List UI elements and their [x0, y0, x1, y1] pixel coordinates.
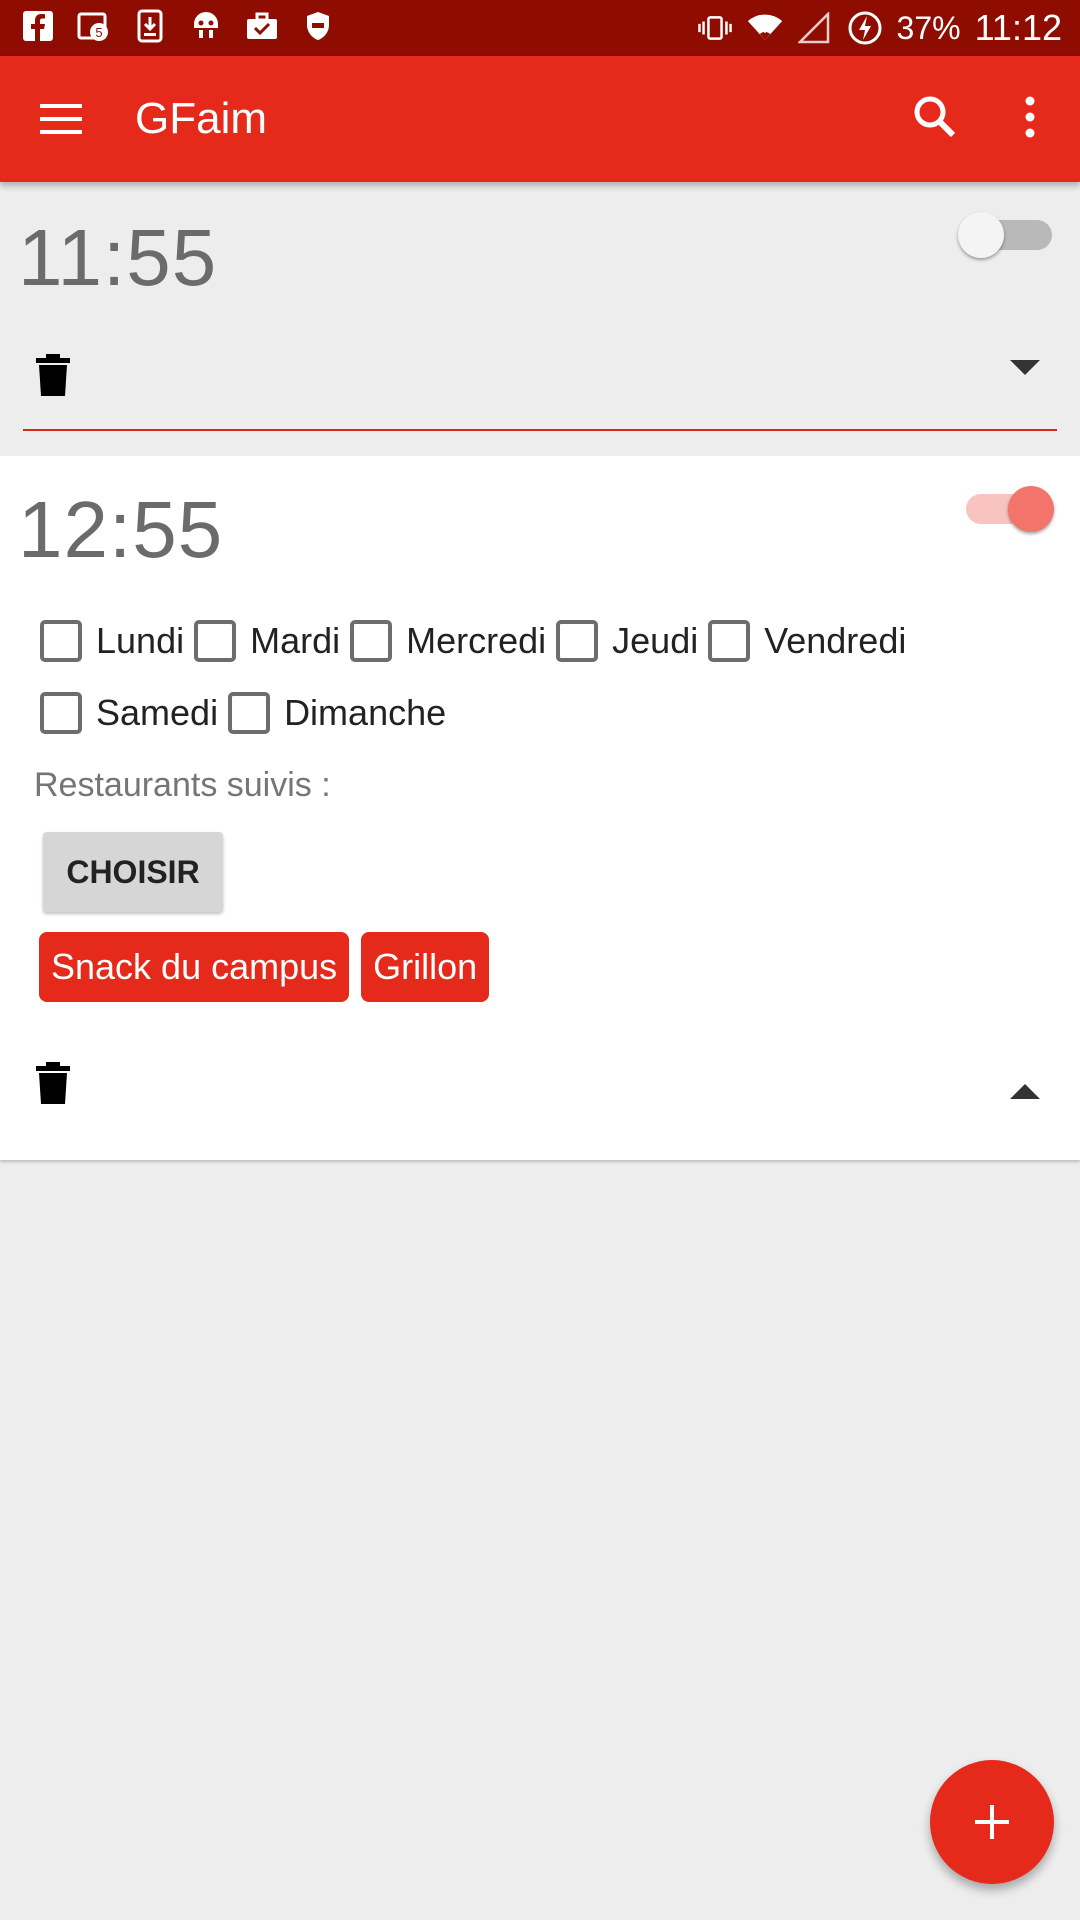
day-selector: Lundi Mardi Mercredi Jeudi Vendredi Same…	[40, 616, 1040, 738]
alarm-time[interactable]: 12:55	[18, 484, 223, 576]
day-checkbox-dimanche[interactable]: Dimanche	[228, 688, 446, 738]
search-icon[interactable]	[910, 92, 960, 142]
svg-text:5: 5	[95, 25, 102, 40]
alarm-time[interactable]: 11:55	[18, 212, 217, 304]
restaurant-chips: Snack du campus Grillon	[39, 932, 490, 1002]
app-title: GFaim	[135, 94, 267, 143]
battery-charging-icon	[847, 10, 883, 46]
toggle-thumb	[1008, 486, 1054, 532]
checkbox[interactable]	[556, 620, 599, 662]
alarm-card-collapsed[interactable]: 11:55	[0, 182, 1080, 454]
delete-icon[interactable]	[36, 354, 70, 401]
alarm-card-expanded[interactable]: 12:55 Lundi Mardi Mercredi Jeudi Vendred…	[0, 456, 1080, 1160]
calendar-icon: 5	[76, 8, 112, 44]
day-checkbox-jeudi[interactable]: Jeudi	[556, 616, 698, 666]
checkbox[interactable]	[40, 620, 82, 662]
checkbox[interactable]	[350, 620, 393, 662]
clock: 11:12	[974, 7, 1062, 48]
checkbox[interactable]	[40, 692, 82, 734]
day-label: Mardi	[250, 620, 341, 661]
divider	[23, 429, 1057, 431]
day-checkbox-lundi[interactable]: Lundi	[40, 616, 184, 666]
day-checkbox-mercredi[interactable]: Mercredi	[350, 616, 546, 666]
restaurants-label: Restaurants suivis :	[34, 766, 331, 804]
add-icon	[975, 1805, 1009, 1839]
toggle-thumb	[958, 212, 1004, 258]
alarm-toggle[interactable]	[958, 202, 1054, 262]
expand-arrow-icon[interactable]	[1010, 360, 1040, 381]
checkbox[interactable]	[228, 692, 271, 734]
alarm-toggle[interactable]	[958, 476, 1054, 536]
cell-signal-icon	[797, 10, 833, 46]
download-icon	[132, 8, 168, 44]
collapse-arrow-icon[interactable]	[1010, 1084, 1040, 1105]
choose-button[interactable]: CHOISIR	[43, 832, 223, 912]
day-label: Vendredi	[764, 620, 907, 661]
menu-icon[interactable]	[38, 96, 84, 142]
app-bar: GFaim	[0, 56, 1080, 182]
checkbox[interactable]	[194, 620, 237, 662]
day-label: Jeudi	[612, 620, 699, 661]
day-checkbox-mardi[interactable]: Mardi	[194, 616, 340, 666]
day-label: Samedi	[96, 692, 219, 733]
shield-icon	[300, 8, 336, 44]
android-head-icon	[188, 8, 224, 44]
day-label: Lundi	[96, 620, 185, 661]
delete-icon[interactable]	[36, 1062, 70, 1109]
battery-level: 37%	[896, 9, 961, 46]
day-checkbox-vendredi[interactable]: Vendredi	[708, 616, 906, 666]
restaurant-chip[interactable]: Snack du campus	[39, 932, 350, 1002]
day-label: Mercredi	[406, 620, 547, 661]
restaurant-chip[interactable]: Grillon	[361, 932, 490, 1002]
facebook-icon	[20, 8, 56, 44]
status-bar: 5 37% 11:12	[0, 0, 1080, 56]
more-vert-icon[interactable]	[1010, 92, 1050, 142]
checkbox[interactable]	[708, 620, 751, 662]
add-alarm-button[interactable]	[930, 1760, 1054, 1884]
day-checkbox-samedi[interactable]: Samedi	[40, 688, 218, 738]
vibrate-icon	[697, 10, 733, 46]
day-label: Dimanche	[284, 692, 447, 733]
wifi-icon	[747, 10, 783, 46]
briefcase-check-icon	[244, 8, 280, 44]
